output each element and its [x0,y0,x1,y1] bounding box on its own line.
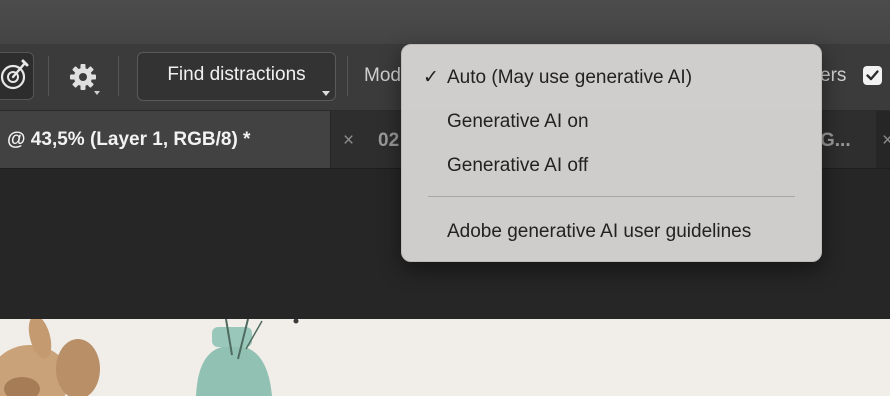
menu-item-label: Adobe generative AI user guidelines [447,221,752,242]
settings-button[interactable] [64,58,104,98]
brush-target-icon [0,59,29,90]
toolbar-divider [48,56,49,96]
tab-title: @ 43,5% (Layer 1, RGB/8) * [7,128,251,150]
menu-item-label: Generative AI on [447,111,589,132]
toolbar-divider [118,56,119,96]
find-distractions-label: Find distractions [167,63,306,85]
sample-all-layers-checkbox[interactable] [863,66,882,85]
menu-separator [428,196,795,197]
sample-all-layers-label: ers [820,65,847,86]
menu-item-generative-ai-on[interactable]: Generative AI on [402,101,821,141]
canvas-image [0,319,890,396]
document-tab-2-title[interactable]: 02 [378,130,399,152]
checkmark-icon: ✓ [423,67,439,88]
photo-content [0,319,299,396]
checkmark-icon [866,70,879,81]
chevron-down-icon [322,91,330,96]
tab-close-icon[interactable]: × [343,130,354,152]
document-tab-3-title[interactable]: G... [820,130,851,152]
menu-item-label: Generative AI off [447,155,589,176]
mode-dropdown-label[interactable]: Mod [364,65,401,87]
menu-item-label: Auto (May use generative AI) [447,67,693,88]
menu-item-generative-ai-off[interactable]: Generative AI off [402,145,821,185]
find-distractions-button[interactable]: Find distractions [137,52,336,101]
menu-item-ai-guidelines[interactable]: Adobe generative AI user guidelines [402,211,821,251]
remove-tool-button[interactable] [0,52,34,100]
toolbar-divider [347,56,348,96]
tab-close-icon[interactable]: × [882,130,890,152]
menu-item-auto[interactable]: ✓ Auto (May use generative AI) [402,57,821,97]
window-title-bar [0,0,890,45]
document-tab-active[interactable]: @ 43,5% (Layer 1, RGB/8) * [0,111,330,168]
mode-dropdown-menu: ✓ Auto (May use generative AI) Generativ… [401,44,822,262]
gear-icon [70,64,100,95]
